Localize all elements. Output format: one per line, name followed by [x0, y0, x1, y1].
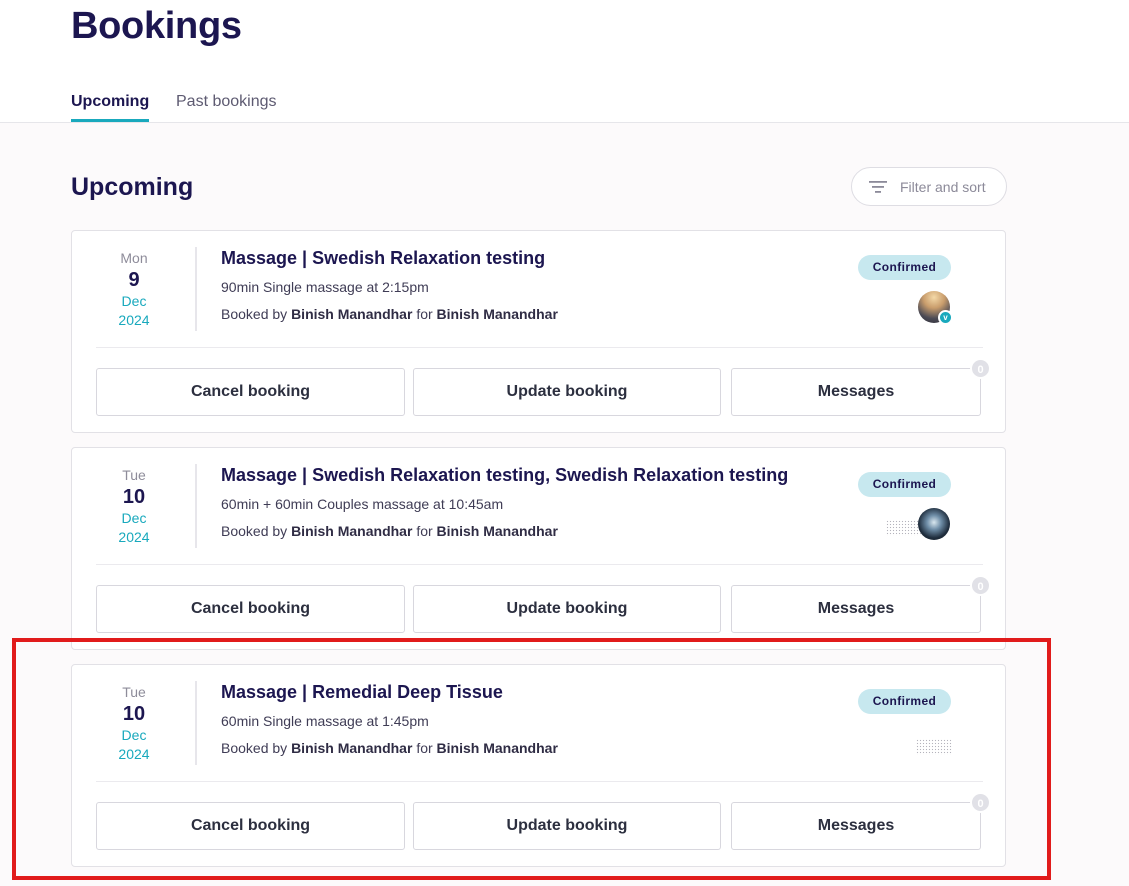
- filter-sort-label: Filter and sort: [900, 178, 986, 195]
- section-title: Upcoming: [71, 173, 194, 201]
- messages-button[interactable]: Messages: [731, 585, 981, 633]
- filter-icon: [869, 180, 887, 193]
- date-day: 9: [128, 269, 140, 291]
- page-header: Bookings Upcoming Past bookings: [0, 0, 1129, 123]
- update-booking-button[interactable]: Update booking: [413, 368, 721, 416]
- booked-by-name: Binish Manandhar: [291, 740, 413, 756]
- card-divider: [96, 781, 983, 782]
- booking-date: Tue 10 Dec 2024: [94, 683, 174, 764]
- therapist-avatar-placeholder: [916, 739, 952, 755]
- date-weekday: Tue: [122, 467, 146, 483]
- cancel-booking-button[interactable]: Cancel booking: [96, 368, 405, 416]
- status-badge: Confirmed: [858, 472, 951, 497]
- booking-card: Tue 10 Dec 2024 Massage | Remedial Deep …: [71, 664, 1006, 867]
- date-day: 10: [122, 486, 146, 508]
- booked-for-name: Binish Manandhar: [436, 740, 558, 756]
- booked-for-name: Binish Manandhar: [436, 523, 558, 539]
- message-count-badge: 0: [970, 358, 991, 379]
- update-booking-button[interactable]: Update booking: [413, 802, 721, 850]
- date-month: Dec: [121, 727, 147, 743]
- booking-title: Massage | Remedial Deep Tissue: [221, 682, 503, 702]
- message-count-badge: 0: [970, 575, 991, 596]
- booking-detail: 60min + 60min Couples massage at 10:45am: [221, 496, 504, 512]
- date-month: Dec: [121, 510, 147, 526]
- booked-by-name: Binish Manandhar: [291, 523, 413, 539]
- card-divider: [96, 564, 983, 565]
- bookings-content: Upcoming Filter and sort Mon 9 Dec 2024 …: [0, 123, 1129, 886]
- date-divider: [195, 247, 197, 331]
- date-divider: [195, 681, 197, 765]
- card-divider: [96, 347, 983, 348]
- booking-booked-by: Booked by Binish Manandhar for Binish Ma…: [221, 523, 558, 539]
- booking-card: Mon 9 Dec 2024 Massage | Swedish Relaxat…: [71, 230, 1006, 433]
- messages-button[interactable]: Messages: [731, 368, 981, 416]
- date-year: 2024: [118, 746, 150, 762]
- date-year: 2024: [118, 312, 150, 328]
- booking-date: Mon 9 Dec 2024: [94, 249, 174, 330]
- tab-past-bookings[interactable]: Past bookings: [176, 92, 277, 112]
- booked-for-name: Binish Manandhar: [436, 306, 558, 322]
- booking-detail: 90min Single massage at 2:15pm: [221, 279, 429, 295]
- verified-check-icon: v: [938, 310, 953, 325]
- booking-title: Massage | Swedish Relaxation testing, Sw…: [221, 465, 789, 485]
- date-weekday: Tue: [122, 684, 146, 700]
- date-divider: [195, 464, 197, 548]
- date-day: 10: [122, 703, 146, 725]
- booking-card: Tue 10 Dec 2024 Massage | Swedish Relaxa…: [71, 447, 1006, 650]
- therapist-avatar-placeholder: [886, 520, 922, 536]
- date-weekday: Mon: [120, 250, 148, 266]
- cancel-booking-button[interactable]: Cancel booking: [96, 585, 405, 633]
- filter-sort-button[interactable]: Filter and sort: [851, 167, 1007, 206]
- status-badge: Confirmed: [858, 689, 951, 714]
- messages-button[interactable]: Messages: [731, 802, 981, 850]
- tab-upcoming[interactable]: Upcoming: [71, 92, 150, 122]
- booking-title: Massage | Swedish Relaxation testing: [221, 248, 546, 268]
- message-count-badge: 0: [970, 792, 991, 813]
- cancel-booking-button[interactable]: Cancel booking: [96, 802, 405, 850]
- date-month: Dec: [121, 293, 147, 309]
- booked-by-name: Binish Manandhar: [291, 306, 413, 322]
- booking-booked-by: Booked by Binish Manandhar for Binish Ma…: [221, 740, 558, 756]
- update-booking-button[interactable]: Update booking: [413, 585, 721, 633]
- booking-booked-by: Booked by Binish Manandhar for Binish Ma…: [221, 306, 558, 322]
- status-badge: Confirmed: [858, 255, 951, 280]
- page-title: Bookings: [71, 5, 242, 47]
- date-year: 2024: [118, 529, 150, 545]
- therapist-avatar: [918, 508, 950, 540]
- booking-date: Tue 10 Dec 2024: [94, 466, 174, 547]
- booking-detail: 60min Single massage at 1:45pm: [221, 713, 429, 729]
